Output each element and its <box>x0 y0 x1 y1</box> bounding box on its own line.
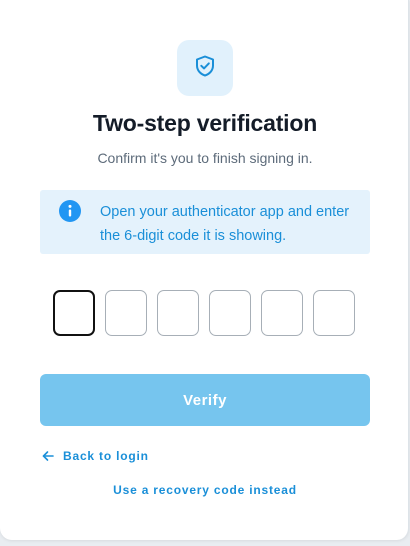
page-title: Two-step verification <box>92 110 318 136</box>
info-text: Open your authenticator app and enter th… <box>100 204 350 244</box>
back-to-login-link[interactable]: Back to login <box>42 447 149 465</box>
verification-card: Two-step verification Confirm it's you t… <box>0 0 409 540</box>
shield-check-icon <box>193 54 217 83</box>
info-icon <box>59 200 81 222</box>
verify-button[interactable]: Verify <box>40 374 370 426</box>
code-input-group <box>53 290 365 338</box>
shield-badge <box>177 40 233 96</box>
code-digit-6[interactable] <box>313 290 355 336</box>
arrow-left-icon <box>42 450 54 462</box>
code-digit-1[interactable] <box>53 290 95 336</box>
info-banner: Open your authenticator app and enter th… <box>40 190 370 254</box>
page-subtitle: Confirm it's you to finish signing in. <box>97 150 313 166</box>
recovery-code-link[interactable]: Use a recovery code instead <box>0 483 410 497</box>
back-to-login-label: Back to login <box>63 449 149 463</box>
code-digit-2[interactable] <box>105 290 147 336</box>
code-digit-5[interactable] <box>261 290 303 336</box>
code-digit-4[interactable] <box>209 290 251 336</box>
code-digit-3[interactable] <box>157 290 199 336</box>
